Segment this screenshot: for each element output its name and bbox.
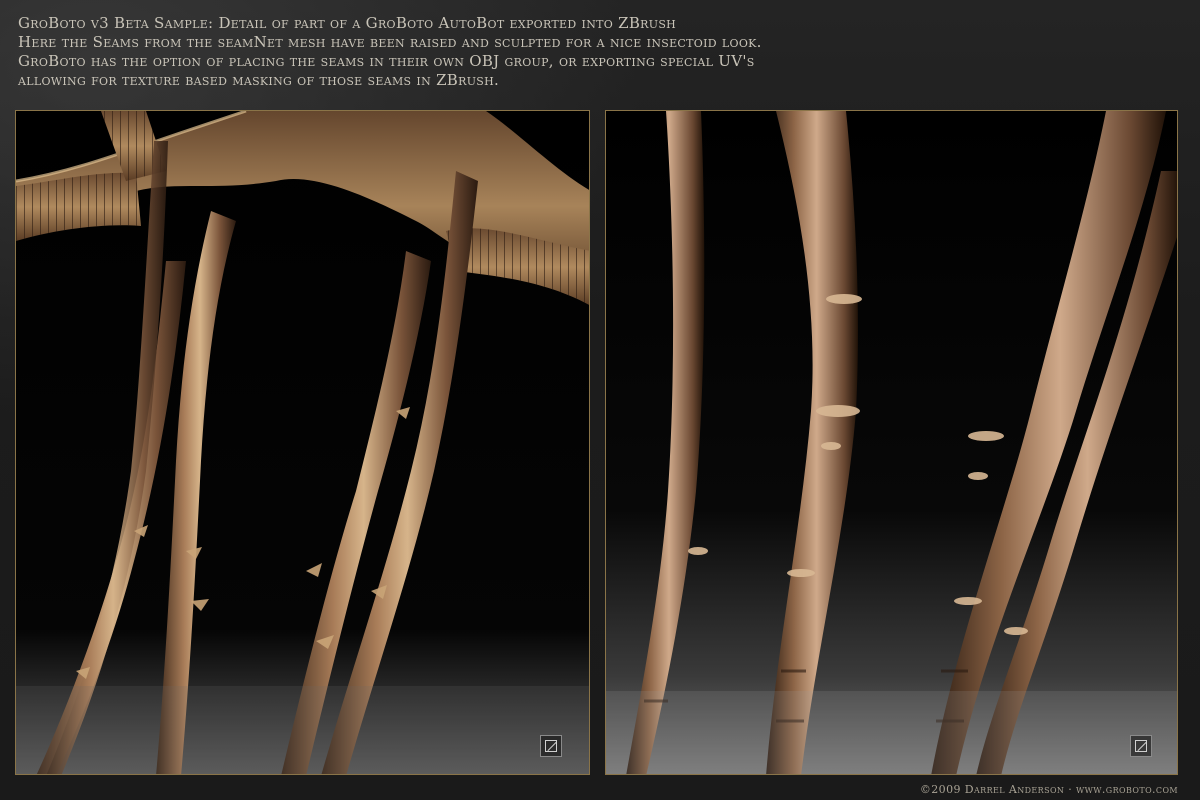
copyright-footer: ©2009 Darrel Anderson · www.groboto.com (919, 783, 1178, 796)
caption-line-3: GroBoto has the option of placing the se… (18, 52, 755, 70)
render-panel-right (605, 110, 1178, 775)
caption-header: GroBoto v3 Beta Sample: Detail of part o… (18, 14, 1168, 90)
caption-title: GroBoto v3 Beta Sample: Detail of part o… (18, 14, 677, 32)
render-image-left (16, 111, 589, 774)
render-image-right (606, 111, 1177, 774)
caption-line-4: allowing for texture based masking of th… (18, 71, 500, 89)
groboto-logo-icon (540, 735, 562, 757)
render-panel-left (15, 110, 590, 775)
caption-line-2: Here the Seams from the seamNet mesh hav… (18, 33, 762, 51)
groboto-logo-icon (1130, 735, 1152, 757)
